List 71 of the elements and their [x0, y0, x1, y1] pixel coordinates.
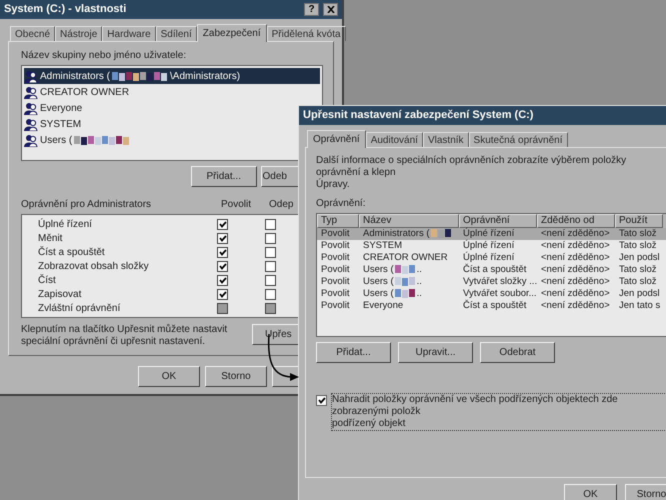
table-row[interactable]: Povolit SYSTEM Úplné řízení <není zděděno> Tato slož [317, 240, 666, 252]
checkbox[interactable] [217, 218, 228, 230]
column-header[interactable]: Typ [317, 214, 359, 228]
permission-label: Zobrazovat obsah složky [38, 260, 150, 274]
users-label: Název skupiny nebo jméno uživatele: [21, 50, 188, 62]
permission-label: Úplné řízení [38, 217, 93, 232]
tab[interactable]: Auditování [366, 132, 423, 147]
cancel-button[interactable]: Storno [205, 366, 267, 387]
permission-label: Měnit [38, 232, 64, 246]
tab[interactable]: Nástroje [55, 26, 102, 41]
add-button[interactable]: Přidat... [316, 342, 391, 363]
window-title: System (C:) - vlastnosti [4, 2, 128, 18]
permissions-label: Oprávnění: [316, 196, 366, 211]
close-button[interactable] [323, 3, 338, 16]
checkbox[interactable] [217, 260, 228, 272]
tab[interactable]: Vlastník [422, 132, 469, 147]
user-group-icon [24, 70, 38, 82]
permission-label: Zvláštní oprávnění [38, 302, 122, 316]
permission-label: Číst [38, 273, 57, 288]
column-header[interactable]: Použít [615, 214, 663, 228]
tab[interactable]: Skutečná oprávnění [468, 132, 568, 147]
checkbox[interactable] [217, 246, 228, 258]
tab[interactable]: Přidělená kvóta [266, 26, 346, 41]
user-group-icon [24, 118, 38, 130]
permission-label: Číst a spouštět [38, 245, 106, 260]
user-group-icon [24, 134, 38, 146]
table-row[interactable]: Povolit Administrators ( Úplné řízení <není zděděno> Tato slož [317, 228, 666, 240]
user-list-item[interactable]: Users ( [24, 132, 132, 148]
close-icon [326, 6, 334, 13]
column-header[interactable]: Název [359, 214, 459, 228]
permissions-label: Oprávnění pro Administrators [21, 198, 152, 212]
checkbox[interactable] [217, 288, 228, 300]
ok-button[interactable]: OK [564, 484, 617, 500]
column-header[interactable]: Zděděno od [537, 214, 615, 228]
tab[interactable]: Zabezpečení [196, 24, 267, 42]
tab[interactable]: Oprávnění [307, 130, 366, 148]
table-row[interactable]: Povolit CREATOR OWNER Úplné řízení <není zděděno> Jen podsl [317, 252, 666, 264]
column-header: Povolit [221, 198, 252, 212]
table-row[interactable]: Povolit Everyone Číst a spouštět <není zděděno> Jen tato s [317, 300, 666, 312]
table-row[interactable]: Povolit Users ( .. Vytvářet složky ... <není zděděno> Tato slož [317, 276, 666, 288]
tab[interactable]: Obecné [10, 26, 56, 41]
remove-button[interactable]: Odebrat [480, 342, 555, 363]
checkbox[interactable] [217, 274, 228, 286]
ok-button[interactable]: OK [138, 366, 200, 387]
checkbox[interactable] [265, 260, 276, 272]
user-group-icon [24, 86, 38, 98]
checkbox[interactable] [316, 394, 327, 406]
column-header: Odep [269, 198, 294, 212]
table-row[interactable]: Povolit Users ( .. Číst a spouštět <není zděděno> Tato slož [317, 264, 666, 276]
checkbox[interactable] [265, 246, 276, 258]
checkbox[interactable] [265, 274, 276, 286]
permission-label: Zapisovat [38, 288, 82, 302]
checkbox[interactable] [265, 232, 276, 244]
user-list-item[interactable]: SYSTEM [24, 116, 84, 132]
checkbox[interactable] [217, 232, 228, 244]
checkbox[interactable] [265, 218, 276, 230]
help-button[interactable]: ? [304, 3, 319, 16]
user-group-icon [24, 102, 38, 114]
user-list-item[interactable]: CREATOR OWNER [24, 84, 132, 100]
user-list-item[interactable]: Everyone [24, 100, 84, 116]
hint-text: Klepnutím na tlačítko Upřesnit můžete nastavit speciální oprávnění či upřesnit nastavení. [21, 324, 228, 348]
table-row[interactable]: Povolit Users ( .. Vytvářet soubor... <není zděděno> Jen podsl [317, 288, 666, 300]
tab[interactable]: Hardware [102, 26, 156, 41]
user-list-item[interactable]: Administrators ( \Administrators) [24, 68, 320, 84]
checkbox-label: podřízený objekt [332, 418, 406, 430]
edit-button[interactable]: Upravit... [398, 342, 473, 363]
column-header[interactable]: Oprávnění [459, 214, 537, 228]
cancel-button[interactable]: Storno [625, 484, 666, 500]
add-button[interactable]: Přidat... [191, 166, 256, 187]
window-title: Upřesnit nastavení zabezpečení System (C:) [303, 108, 534, 124]
checkbox[interactable] [265, 288, 276, 300]
